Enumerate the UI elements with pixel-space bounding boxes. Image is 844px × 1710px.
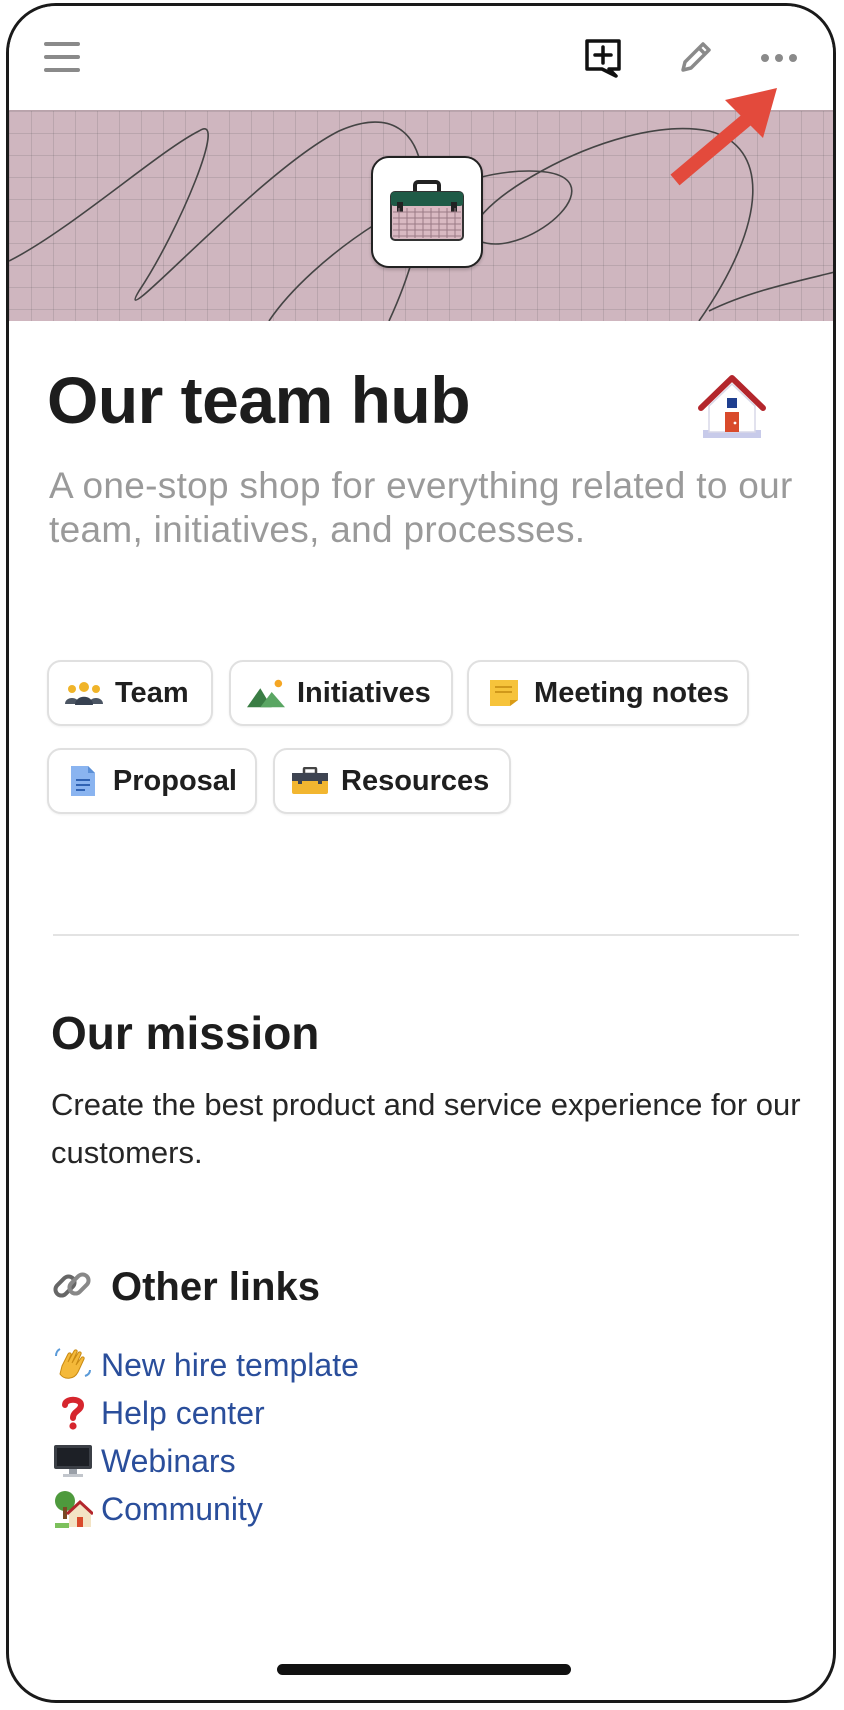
- chip-label: Team: [115, 676, 189, 709]
- more-horizontal-icon[interactable]: [757, 46, 801, 70]
- annotation-arrow-icon: [670, 88, 777, 186]
- link-label: Help center: [101, 1394, 265, 1431]
- toolbox-icon[interactable]: [371, 156, 483, 268]
- chip-resources[interactable]: Resources: [273, 748, 511, 814]
- link-help-center[interactable]: Help center: [53, 1390, 265, 1436]
- desktop-computer-icon: [53, 1441, 93, 1481]
- toolbox-icon: [291, 765, 329, 797]
- people-icon: [65, 677, 103, 709]
- chip-label: Resources: [341, 764, 490, 797]
- divider: [53, 934, 799, 936]
- sticky-note-icon: [485, 677, 522, 709]
- chip-label: Initiatives: [297, 676, 431, 709]
- chip-proposal[interactable]: Proposal: [47, 748, 257, 814]
- add-comment-icon[interactable]: [581, 36, 625, 80]
- home-indicator[interactable]: [277, 1664, 571, 1675]
- document-icon: [65, 765, 101, 797]
- link-new-hire-template[interactable]: New hire template: [53, 1342, 359, 1388]
- mission-body[interactable]: Create the best product and service expe…: [51, 1081, 811, 1177]
- mission-heading[interactable]: Our mission: [51, 1006, 319, 1060]
- question-mark-icon: [53, 1393, 93, 1433]
- link-label: Community: [101, 1490, 263, 1527]
- chip-team[interactable]: Team: [47, 660, 213, 726]
- other-links-heading[interactable]: Other links: [51, 1264, 320, 1311]
- phone-frame: Our team hub A one-stop shop for everyth…: [6, 3, 836, 1703]
- page-title[interactable]: Our team hub: [47, 362, 471, 438]
- chip-initiatives[interactable]: Initiatives: [229, 660, 453, 726]
- chip-label: Proposal: [112, 764, 237, 797]
- house-icon: [697, 372, 769, 444]
- link-label: New hire template: [101, 1346, 359, 1383]
- hamburger-menu-icon[interactable]: [41, 42, 83, 72]
- link-label: Webinars: [101, 1442, 236, 1479]
- link-webinars[interactable]: Webinars: [53, 1438, 236, 1484]
- link-icon: [51, 1264, 93, 1311]
- waving-hand-icon: [53, 1345, 93, 1385]
- mountain-icon: [247, 677, 285, 709]
- house-with-garden-icon: [53, 1489, 93, 1529]
- other-links-label: Other links: [111, 1265, 320, 1309]
- chip-meeting-notes[interactable]: Meeting notes: [467, 660, 749, 726]
- chip-label: Meeting notes: [534, 676, 729, 709]
- link-community[interactable]: Community: [53, 1486, 263, 1532]
- pencil-icon[interactable]: [673, 36, 717, 80]
- page-subtitle[interactable]: A one-stop shop for everything related t…: [49, 464, 809, 552]
